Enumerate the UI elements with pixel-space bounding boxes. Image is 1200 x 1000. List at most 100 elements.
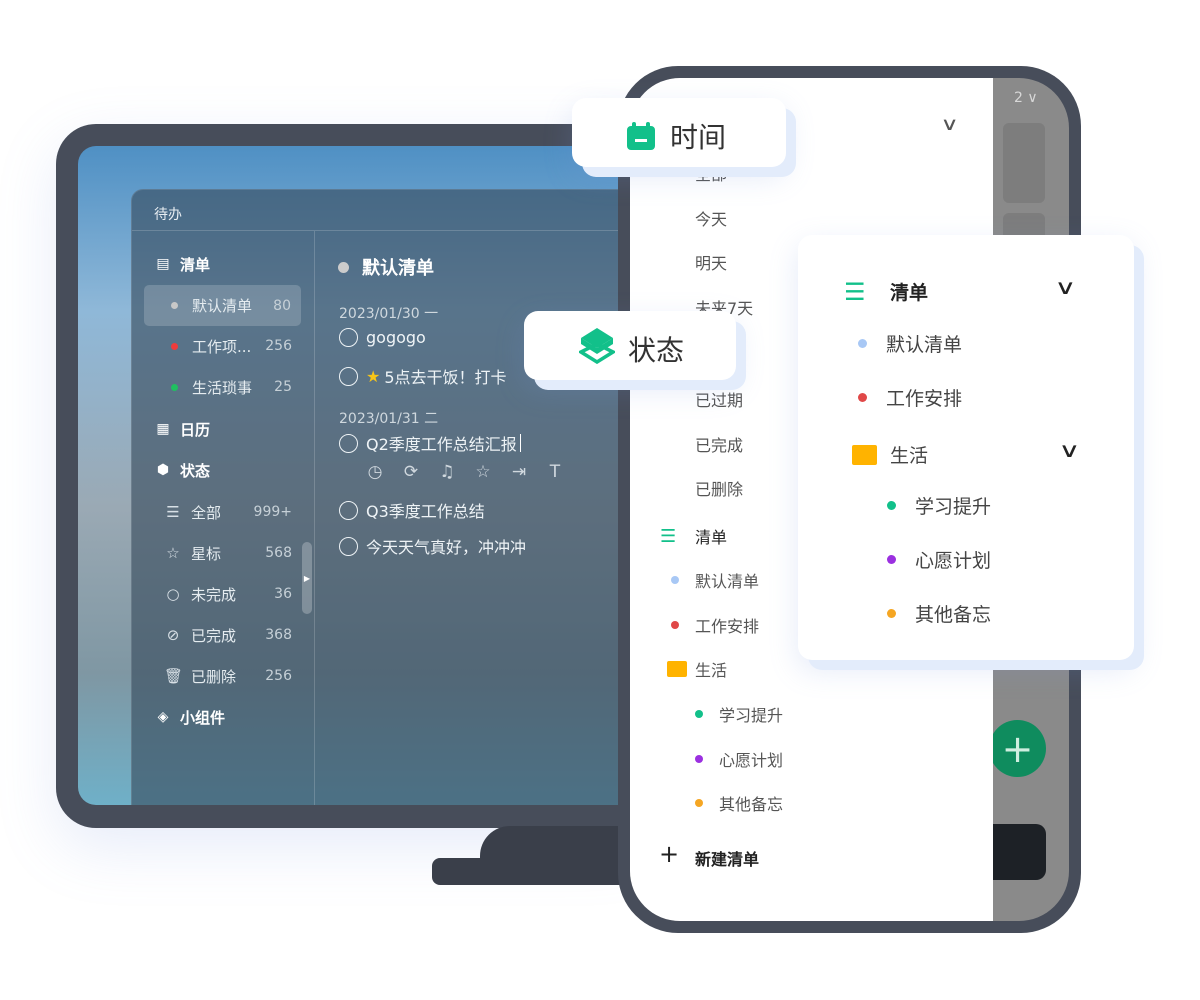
chevron-down-icon[interactable]: ∨ xyxy=(1058,438,1080,462)
status-label: 已删除 xyxy=(191,667,237,686)
list-label: 其他备忘 xyxy=(719,795,784,814)
task-item[interactable]: Q2季度工作总结汇报 xyxy=(339,431,522,455)
task-item[interactable]: 今天天气真好，冲冲冲 xyxy=(339,534,526,558)
status-label: 已完成 xyxy=(191,626,237,645)
new-list-button[interactable]: + 新建清单 xyxy=(659,840,760,870)
sidebar-header-lists-label: 清单 xyxy=(180,255,211,274)
sidebar-list-item[interactable]: 工作项... 256 xyxy=(132,331,314,361)
sidebar-collapse-handle[interactable]: ▶ xyxy=(302,542,312,614)
sidebar-header-status-label: 状态 xyxy=(180,461,211,480)
sidebar-header-status[interactable]: ⬢ 状态 xyxy=(132,455,314,485)
task-checkbox[interactable] xyxy=(339,500,358,520)
drawer-time-item[interactable]: 今天 xyxy=(695,206,727,230)
list-label: 工作安排 xyxy=(695,617,760,636)
drawer-status-item[interactable]: 已完成 xyxy=(695,432,743,456)
task-item[interactable]: ★ 5点去干饭！打卡 xyxy=(339,364,507,388)
callout-lists: ☰ 清单 ∨ 默认清单工作安排生活 ∨ 学习提升心愿计划其他备忘 xyxy=(798,235,1134,660)
bell-icon[interactable]: ♫ xyxy=(436,462,458,482)
list-title: 默认清单 xyxy=(338,254,434,280)
list-label: 默认清单 xyxy=(886,334,963,356)
task-checkbox[interactable] xyxy=(339,433,358,453)
folder-icon xyxy=(667,661,687,677)
task-title: Q2季度工作总结汇报 xyxy=(366,435,517,454)
callout-status: 状态 xyxy=(524,311,736,380)
list-label: 工作项... xyxy=(192,337,252,356)
clock-icon[interactable]: ◷ xyxy=(364,462,386,482)
sidebar-status-item[interactable]: 🗑 已删除 256 xyxy=(132,661,314,691)
status-label: 星标 xyxy=(191,544,222,563)
task-checkbox[interactable] xyxy=(339,366,358,386)
callout-list-item[interactable]: 默认清单 xyxy=(858,330,963,357)
list-title-text: 默认清单 xyxy=(362,258,434,279)
list-icon: ▤ xyxy=(156,256,170,272)
sidebar-item-widgets-label: 小组件 xyxy=(180,708,226,727)
list-color-dot xyxy=(695,710,703,718)
callout-folder-item[interactable]: 心愿计划 xyxy=(887,546,991,573)
text-icon[interactable]: T xyxy=(544,462,566,482)
status-count: 999+ xyxy=(253,504,292,520)
callout-folder-item[interactable]: 学习提升 xyxy=(887,492,991,519)
sidebar-item-calendar-label: 日历 xyxy=(180,420,211,439)
list-count: 25 xyxy=(274,379,292,395)
plus-icon: + xyxy=(659,840,680,868)
star-emoji-icon: ★ xyxy=(366,366,381,386)
drawer-folder-item[interactable]: 学习提升 xyxy=(695,702,784,726)
drawer-list-item[interactable]: 工作安排 xyxy=(671,613,760,637)
task-item[interactable]: Q3季度工作总结 xyxy=(339,498,485,522)
window-title: 待办 xyxy=(154,207,182,223)
repeat-icon[interactable]: ⟳ xyxy=(400,462,422,482)
callout-list-item[interactable]: 工作安排 xyxy=(858,384,962,411)
star-icon: ☆ xyxy=(166,544,180,562)
sidebar-list-item[interactable]: 默认清单 80 xyxy=(144,285,301,326)
header-label: 清单 xyxy=(890,282,929,304)
sidebar-item-widgets[interactable]: ◈ 小组件 xyxy=(132,702,314,732)
sidebar-status-item[interactable]: ⊘ 已完成 368 xyxy=(132,620,314,650)
move-icon[interactable]: ⇥ xyxy=(508,462,530,482)
list-label: 默认清单 xyxy=(695,572,760,591)
sidebar-item-calendar[interactable]: ▦ 日历 xyxy=(132,414,314,444)
drawer-folder-item[interactable]: 心愿计划 xyxy=(695,747,784,771)
task-title: 5点去干饭！打卡 xyxy=(384,368,507,387)
new-list-label: 新建清单 xyxy=(695,850,760,869)
cube-icon: ⬢ xyxy=(156,462,170,478)
list-color-dot xyxy=(695,754,703,763)
chevron-down-icon[interactable]: ∨ xyxy=(1054,275,1076,299)
sidebar-list-item[interactable]: 生活琐事 25 xyxy=(132,372,314,402)
drawer-lists-header[interactable]: ☰ 清单 xyxy=(660,524,727,548)
status-count: 256 xyxy=(265,668,292,684)
status-count: 36 xyxy=(274,586,292,602)
chevron-down-icon[interactable]: ∨ xyxy=(940,114,958,135)
drawer-status-item[interactable]: 已过期 xyxy=(695,387,743,411)
drawer-status-item[interactable]: 已删除 xyxy=(695,476,743,500)
task-item[interactable]: gogogo xyxy=(339,328,426,347)
list-label: 学习提升 xyxy=(719,706,784,725)
drawer-folder[interactable]: 生活 xyxy=(667,657,728,681)
drawer-folder-item[interactable]: 其他备忘 xyxy=(695,791,784,815)
sidebar-status-item[interactable]: ☆ 星标 568 xyxy=(132,538,314,568)
date-heading: 2023/01/30 一 xyxy=(339,306,439,322)
sidebar-status-item[interactable]: ○ 未完成 36 xyxy=(132,579,314,609)
task-checkbox[interactable] xyxy=(339,536,358,556)
task-checkbox[interactable] xyxy=(339,328,358,347)
drawer-time-item[interactable]: 明天 xyxy=(695,250,727,274)
sidebar-header-lists[interactable]: ▤ 清单 xyxy=(132,249,314,279)
calendar-icon: ▦ xyxy=(156,421,170,437)
status-count: 568 xyxy=(265,545,292,561)
callout-folder-item[interactable]: 其他备忘 xyxy=(887,600,991,627)
task-title: gogogo xyxy=(366,328,426,347)
folder-icon xyxy=(852,444,877,465)
drawer-list-item[interactable]: 默认清单 xyxy=(671,568,760,592)
star-icon[interactable]: ☆ xyxy=(472,462,494,482)
phone-badge[interactable]: 2 ∨ xyxy=(1014,90,1038,106)
list-color-dot xyxy=(695,799,703,807)
list-label: 心愿计划 xyxy=(719,750,784,770)
callout-folder[interactable]: 生活 xyxy=(852,441,928,468)
status-count: 368 xyxy=(265,627,292,643)
sidebar-status-item[interactable]: ☰ 全部 999+ xyxy=(132,497,314,527)
folder-label: 生活 xyxy=(695,661,728,680)
callout-lists-header[interactable]: ☰ 清单 xyxy=(844,278,929,306)
list-color-dot xyxy=(671,621,679,629)
trash-icon: 🗑 xyxy=(164,667,184,685)
add-task-fab[interactable]: + xyxy=(989,720,1046,777)
input-bar[interactable] xyxy=(993,824,1046,880)
